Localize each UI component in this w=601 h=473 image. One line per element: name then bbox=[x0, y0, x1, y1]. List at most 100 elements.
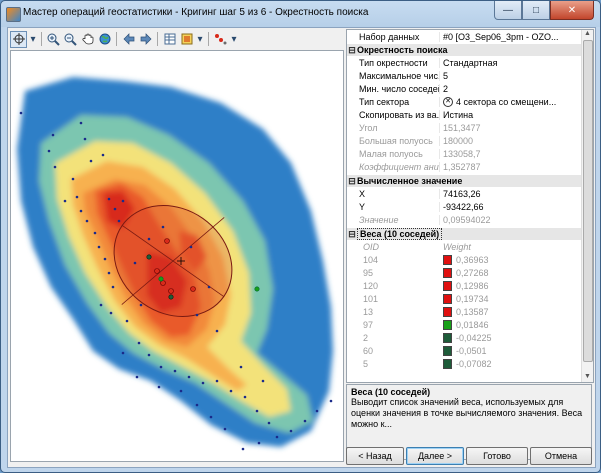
property-value[interactable]: 5 bbox=[439, 71, 581, 81]
forward-arrow-icon[interactable] bbox=[138, 32, 153, 47]
zoom-out-icon[interactable] bbox=[63, 32, 78, 47]
section-weights[interactable]: ⊟ Веса (10 соседей) bbox=[347, 228, 581, 240]
weight-oid: 104 bbox=[363, 255, 379, 265]
weight-color-swatch bbox=[443, 307, 452, 317]
scroll-up-icon[interactable]: ▲ bbox=[582, 30, 593, 39]
chevron-down-icon[interactable]: ▾ bbox=[29, 32, 37, 47]
weight-row[interactable]: 13 0,13587 bbox=[347, 306, 581, 318]
weight-color-swatch bbox=[443, 268, 452, 278]
property-row[interactable]: Максимальное чис... 5 bbox=[347, 70, 581, 82]
zoom-in-icon[interactable] bbox=[46, 32, 61, 47]
back-arrow-icon[interactable] bbox=[121, 32, 136, 47]
weight-value: 0,19734 bbox=[456, 294, 489, 304]
properties-grid: Набор данных #0 [O3_Sep06_3pm - OZO... ⊟… bbox=[346, 29, 594, 383]
weight-color-swatch bbox=[443, 359, 452, 369]
property-value[interactable]: Стандартная bbox=[439, 58, 581, 68]
property-row[interactable]: Мин. число соседей 2 bbox=[347, 83, 581, 95]
scroll-thumb[interactable] bbox=[583, 40, 593, 362]
weight-value: -0,0501 bbox=[456, 346, 487, 356]
weight-color-swatch bbox=[443, 255, 452, 265]
weight-color-swatch bbox=[443, 281, 452, 291]
weight-color-swatch bbox=[443, 346, 452, 356]
dataset-label: Набор данных bbox=[359, 32, 420, 42]
collapse-icon[interactable]: ⊟ bbox=[347, 176, 357, 187]
property-label: Y bbox=[359, 202, 366, 212]
layer-icon[interactable] bbox=[179, 32, 194, 47]
property-label: X bbox=[359, 189, 366, 199]
select-pointer-icon[interactable] bbox=[10, 30, 27, 48]
weight-row[interactable]: 97 0,01846 bbox=[347, 319, 581, 331]
weight-row[interactable]: 60 -0,0501 bbox=[347, 345, 581, 357]
property-value: 1,352787 bbox=[439, 162, 581, 172]
weight-value: 0,27268 bbox=[456, 268, 489, 278]
collapse-icon[interactable]: ⊟ bbox=[347, 45, 357, 56]
scroll-down-icon[interactable]: ▼ bbox=[582, 373, 593, 382]
weight-row[interactable]: 2 -0,04225 bbox=[347, 332, 581, 344]
dataset-row[interactable]: Набор данных #0 [O3_Sep06_3pm - OZO... bbox=[347, 31, 581, 43]
weight-oid: 95 bbox=[363, 268, 374, 278]
next-button[interactable]: Далее > bbox=[406, 447, 464, 465]
weight-value: 0,36963 bbox=[456, 255, 489, 265]
maximize-button[interactable]: □ bbox=[522, 1, 550, 20]
section-computed-title: Вычисленное значение bbox=[357, 176, 463, 186]
property-row[interactable]: Тип окрестности Стандартная bbox=[347, 57, 581, 69]
property-value[interactable]: 74163,26 bbox=[439, 189, 581, 199]
property-value: 133058,7 bbox=[439, 149, 581, 159]
back-button[interactable]: < Назад bbox=[346, 447, 404, 465]
weight-value: 0,12986 bbox=[456, 281, 489, 291]
property-row[interactable]: X 74163,26 bbox=[347, 188, 581, 200]
weights-icon[interactable] bbox=[213, 32, 228, 47]
chevron-down-icon[interactable]: ▾ bbox=[196, 32, 204, 47]
weight-oid: 5 bbox=[363, 359, 369, 369]
property-label: Значение bbox=[359, 215, 399, 225]
sector-icon: ✕ bbox=[443, 97, 453, 108]
property-value: 0,09594022 bbox=[439, 215, 581, 225]
minimize-button[interactable]: — bbox=[494, 1, 522, 20]
window-title: Мастер операций геостатистики - Кригинг … bbox=[23, 7, 369, 18]
section-search-title: Окрестность поиска bbox=[357, 45, 448, 55]
weight-row[interactable]: 5 -0,07082 bbox=[347, 358, 581, 370]
property-label: Тип сектора bbox=[359, 97, 410, 107]
weight-value: -0,07082 bbox=[456, 359, 492, 369]
property-value[interactable]: ✕ 4 сектора со смещени... bbox=[439, 96, 581, 108]
description-body: Выводит список значений веса, используем… bbox=[351, 397, 583, 429]
cancel-button[interactable]: Отмена bbox=[530, 447, 592, 465]
oid-column-header: OID bbox=[363, 242, 380, 252]
weight-oid: 60 bbox=[363, 346, 374, 356]
property-label: Скопировать из ва... bbox=[359, 110, 439, 120]
property-value[interactable]: -93422,66 bbox=[439, 202, 581, 212]
property-value: 151,3477 bbox=[439, 123, 581, 133]
section-search[interactable]: ⊟ Окрестность поиска bbox=[347, 44, 581, 56]
property-row: Угол 151,3477 bbox=[347, 122, 581, 134]
description-title: Веса (10 соседей) bbox=[351, 387, 431, 397]
chevron-down-icon[interactable]: ▾ bbox=[230, 32, 238, 47]
collapse-icon[interactable]: ⊟ bbox=[347, 229, 357, 240]
close-button[interactable]: ✕ bbox=[550, 1, 594, 20]
sector-type-value: 4 сектора со смещени... bbox=[456, 96, 557, 107]
property-value[interactable]: 2 bbox=[439, 84, 581, 94]
prediction-surface[interactable] bbox=[11, 51, 343, 461]
property-value[interactable]: Истина bbox=[439, 110, 581, 120]
property-row[interactable]: Тип сектора ✕ 4 сектора со смещени... bbox=[347, 96, 581, 108]
property-label: Угол bbox=[359, 123, 378, 133]
weight-value: 0,01846 bbox=[456, 320, 489, 330]
weight-row[interactable]: 101 0,19734 bbox=[347, 293, 581, 305]
properties-scrollbar[interactable]: ▲ ▼ bbox=[581, 30, 593, 382]
dataset-value[interactable]: #0 [O3_Sep06_3pm - OZO... bbox=[439, 32, 581, 42]
title-bar: Мастер операций геостатистики - Кригинг … bbox=[1, 1, 600, 27]
weight-row[interactable]: 95 0,27268 bbox=[347, 267, 581, 279]
kriging-map[interactable] bbox=[10, 50, 344, 462]
weights-header: OID Weight bbox=[347, 241, 581, 253]
table-icon[interactable] bbox=[162, 32, 177, 47]
full-extent-icon[interactable] bbox=[97, 32, 112, 47]
section-computed[interactable]: ⊟ Вычисленное значение bbox=[347, 175, 581, 187]
pan-hand-icon[interactable] bbox=[80, 32, 95, 47]
property-row[interactable]: Y -93422,66 bbox=[347, 201, 581, 213]
weight-row[interactable]: 120 0,12986 bbox=[347, 280, 581, 292]
finish-button[interactable]: Готово bbox=[466, 447, 528, 465]
weight-column-header: Weight bbox=[443, 242, 471, 252]
property-row: Большая полуось 180000 bbox=[347, 135, 581, 147]
weight-row[interactable]: 104 0,36963 bbox=[347, 254, 581, 266]
property-row[interactable]: Скопировать из ва... Истина bbox=[347, 109, 581, 121]
property-row: Значение 0,09594022 bbox=[347, 214, 581, 226]
